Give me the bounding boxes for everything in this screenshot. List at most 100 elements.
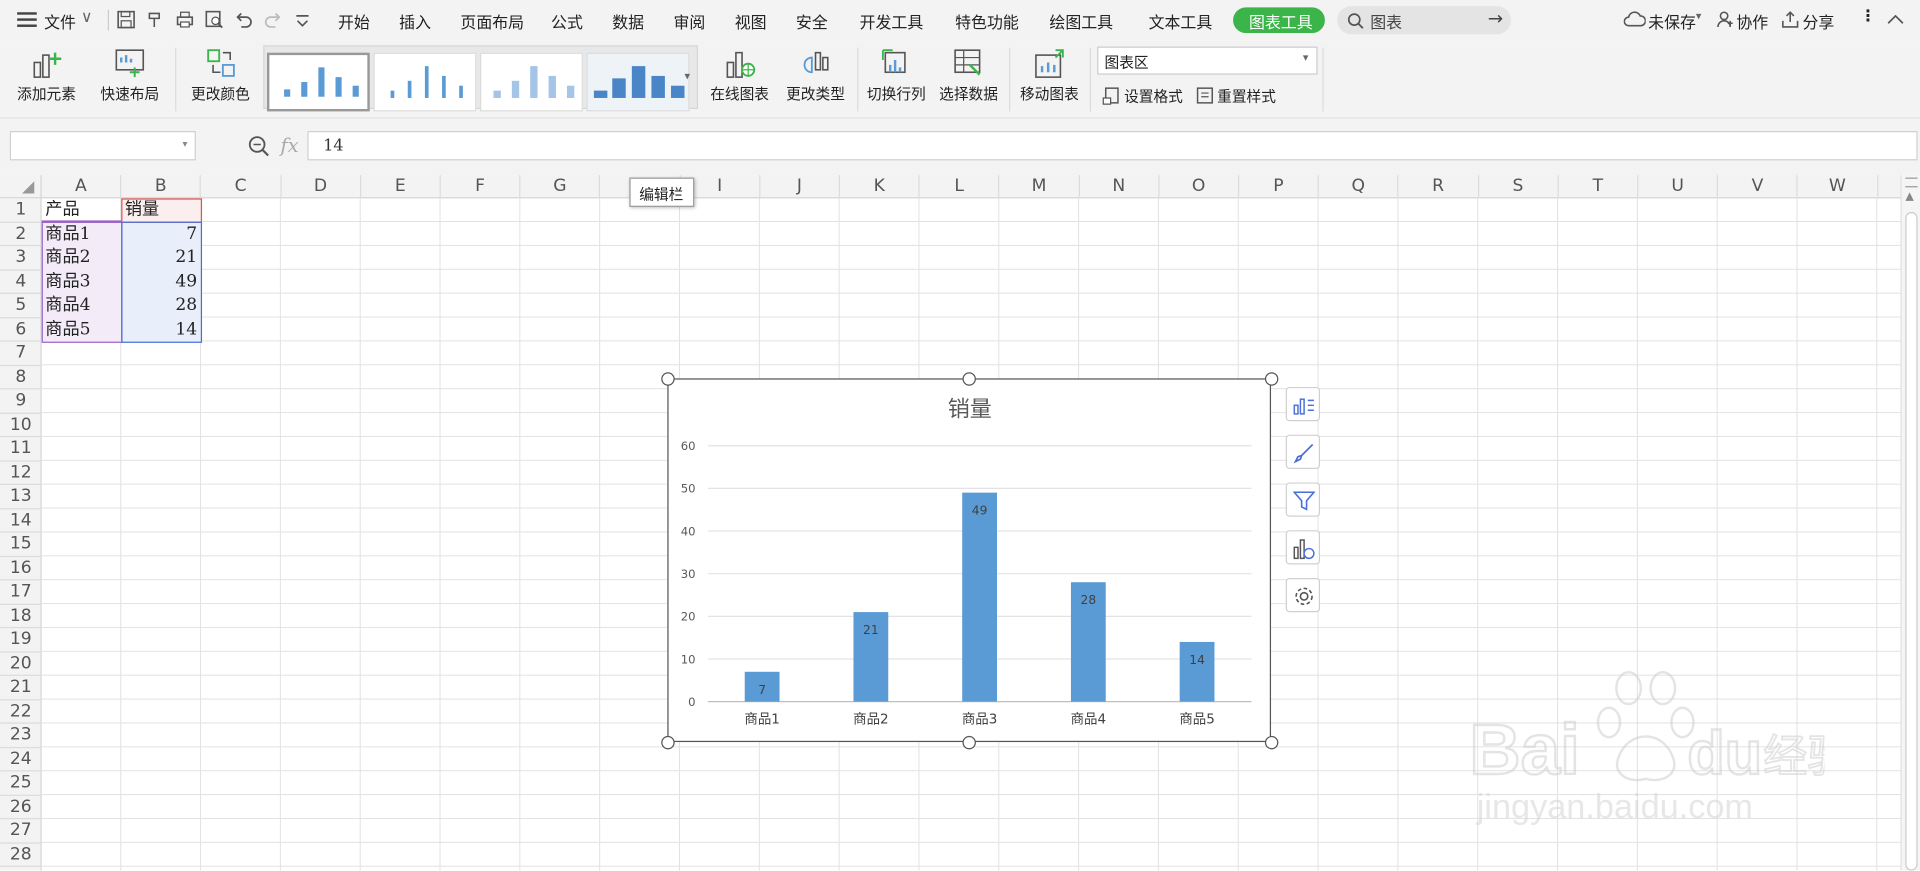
cell-b1[interactable]: 销量 [121, 198, 201, 222]
more-options-icon[interactable]: ⋮ [1860, 7, 1876, 25]
caret-down-icon[interactable]: ▾ [182, 138, 187, 149]
search-input[interactable]: 图表 [1370, 10, 1402, 33]
cell-b3[interactable]: 21 [121, 246, 201, 270]
file-menu[interactable]: 文件 [44, 10, 76, 33]
row-header-3[interactable]: 3 [0, 246, 42, 271]
change-color-button[interactable]: 更改颜色 [181, 40, 259, 111]
column-header-o[interactable]: O [1159, 175, 1240, 199]
row-header-27[interactable]: 27 [0, 819, 42, 844]
resize-handle-bottom-left[interactable] [660, 735, 675, 749]
row-header-21[interactable]: 21 [0, 676, 42, 700]
tab-developer[interactable]: 开发工具 [860, 10, 924, 33]
name-box[interactable]: ▾ [9, 131, 196, 161]
tab-home[interactable]: 开始 [338, 10, 370, 33]
chart-elements-button[interactable] [1285, 386, 1321, 422]
row-header-20[interactable]: 20 [0, 652, 42, 676]
row-header-5[interactable]: 5 [0, 294, 42, 318]
column-header-m[interactable]: M [1000, 175, 1080, 199]
save-icon[interactable] [116, 10, 136, 30]
row-header-24[interactable]: 24 [0, 748, 42, 772]
switch-row-column-button[interactable]: 切换行列 [862, 40, 931, 111]
row-header-9[interactable]: 9 [0, 389, 42, 414]
column-header-v[interactable]: V [1718, 175, 1799, 199]
column-header-u[interactable]: U [1638, 175, 1719, 199]
formula-input[interactable]: 14 [307, 131, 1918, 161]
chart-filter-button[interactable] [1285, 482, 1321, 517]
vertical-scrollbar[interactable]: ▲ [1900, 175, 1920, 871]
column-header-a[interactable]: A [42, 175, 122, 199]
function-icon[interactable]: fx [280, 133, 298, 156]
row-header-12[interactable]: 12 [0, 461, 42, 485]
format-painter-icon[interactable] [146, 10, 166, 30]
select-all-corner[interactable] [0, 175, 42, 199]
cell-a5[interactable]: 商品4 [42, 294, 122, 318]
chart-style-thumbnail-1[interactable] [266, 52, 370, 112]
column-header-g[interactable]: G [521, 175, 601, 199]
reset-style-button[interactable]: 重置样式 [1217, 86, 1276, 107]
resize-handle-top-left[interactable] [660, 371, 675, 386]
chart-style-thumbnail-2[interactable] [373, 52, 477, 112]
format-settings-button[interactable]: 设置格式 [1124, 86, 1183, 107]
row-header-10[interactable]: 10 [0, 413, 42, 438]
row-header-2[interactable]: 2 [0, 222, 42, 247]
redo-icon[interactable] [263, 10, 283, 30]
column-header-j[interactable]: J [760, 175, 840, 199]
caret-down-icon[interactable]: ▾ [1696, 11, 1702, 23]
resize-handle-top-right[interactable] [1264, 371, 1278, 386]
arrow-right-icon[interactable]: → [1488, 7, 1503, 29]
row-header-26[interactable]: 26 [0, 795, 42, 820]
column-header-t[interactable]: T [1559, 175, 1639, 199]
customize-toolbar-icon[interactable] [294, 10, 311, 30]
cell-b4[interactable]: 49 [121, 270, 201, 294]
tab-security[interactable]: 安全 [796, 10, 828, 33]
row-header-19[interactable]: 19 [0, 628, 42, 653]
row-header-1[interactable]: 1 [0, 198, 42, 223]
column-header-s[interactable]: S [1479, 175, 1559, 199]
add-element-button[interactable]: 添加元素 [7, 40, 85, 111]
column-header-w[interactable]: W [1798, 175, 1878, 199]
cell-a6[interactable]: 商品5 [42, 318, 122, 342]
row-header-16[interactable]: 16 [0, 557, 42, 581]
collaborate-button[interactable]: 协作 [1736, 10, 1768, 33]
unsaved-status[interactable]: 未保存 [1648, 10, 1696, 33]
column-header-d[interactable]: D [281, 175, 361, 199]
select-data-button[interactable]: 选择数据 [933, 40, 1004, 111]
row-header-6[interactable]: 6 [0, 318, 42, 342]
print-icon[interactable] [175, 10, 195, 30]
cell-b2[interactable]: 7 [121, 222, 201, 246]
search-box[interactable]: 图表 → [1337, 6, 1512, 35]
tab-drawing-tools[interactable]: 绘图工具 [1049, 10, 1113, 33]
row-header-25[interactable]: 25 [0, 771, 42, 796]
column-header-p[interactable]: P [1239, 175, 1320, 199]
gallery-expand-icon[interactable]: ▾ [684, 71, 690, 83]
column-header-r[interactable]: R [1399, 175, 1479, 199]
row-header-22[interactable]: 22 [0, 700, 42, 724]
cell-a3[interactable]: 商品2 [42, 246, 122, 270]
cell-b6[interactable]: 14 [121, 318, 201, 342]
quick-layout-button[interactable]: 快速布局 [91, 40, 169, 111]
column-header-n[interactable]: N [1080, 175, 1160, 199]
column-header-k[interactable]: K [840, 175, 920, 199]
cell-a2[interactable]: 商品1 [42, 222, 122, 246]
row-header-11[interactable]: 11 [0, 437, 42, 462]
zoom-search-icon[interactable] [247, 135, 269, 157]
chart-style-thumbnail-4[interactable] [586, 52, 690, 112]
row-header-14[interactable]: 14 [0, 509, 42, 533]
change-type-button[interactable]: 更改类型 [779, 40, 852, 111]
resize-handle-top[interactable] [962, 371, 976, 386]
column-header-e[interactable]: E [361, 175, 441, 199]
share-button[interactable]: 分享 [1802, 10, 1834, 33]
hamburger-menu-icon[interactable] [17, 11, 37, 28]
move-chart-button[interactable]: 移动图表 [1014, 40, 1085, 111]
tab-chart-tools[interactable]: 图表工具 [1233, 7, 1325, 34]
row-header-28[interactable]: 28 [0, 843, 42, 867]
chevron-down-icon[interactable]: ∨ [81, 9, 93, 27]
print-preview-icon[interactable] [204, 10, 224, 30]
column-header-l[interactable]: L [920, 175, 1000, 199]
online-chart-side-button[interactable] [1285, 530, 1321, 565]
tab-data[interactable]: 数据 [612, 10, 644, 33]
chart-object[interactable]: 销量 0 10 20 30 40 50 60 7 商品1 21 商品2 49 商品3 28 商品4 14 商品5 [667, 378, 1272, 743]
tab-review[interactable]: 审阅 [673, 10, 705, 33]
row-header-8[interactable]: 8 [0, 366, 42, 390]
split-handle-icon[interactable] [1905, 177, 1918, 188]
